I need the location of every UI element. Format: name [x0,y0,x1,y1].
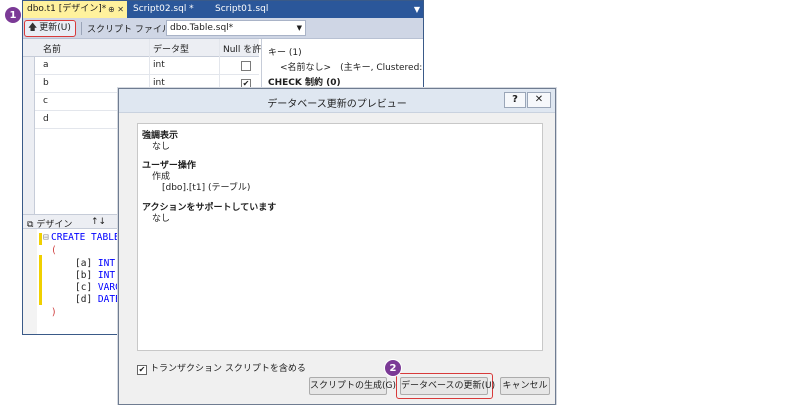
column-name-cell[interactable]: a [43,60,49,70]
check-constraints-heading[interactable]: CHECK 制約 (0) [268,75,341,88]
dialog-titlebar: データベース更新のプレビュー ? ✕ [119,89,555,113]
close-icon[interactable]: ✕ [527,92,551,108]
step-callout-1: 1 [4,6,22,24]
tab-label: dbo.t1 [デザイン]* [27,4,107,14]
cancel-button[interactable]: キャンセル [500,377,550,395]
sql-line: [c] VARC [75,282,121,293]
pin-close-icon[interactable]: ⊕ ✕ [108,1,124,18]
change-marker [39,255,42,305]
generate-script-button[interactable]: スクリプトの生成(G) [309,377,396,395]
update-database-button[interactable]: データベースの更新(U) [400,377,495,395]
header-name: 名前 [43,45,62,55]
sql-line: CREATE TABLE [51,232,120,243]
keys-heading[interactable]: キー (1) [268,45,302,58]
row-header[interactable] [23,93,35,111]
row-header-column [23,129,35,214]
checkbox-checked[interactable]: ✔ [137,365,147,375]
header-datatype: データ型 [153,45,190,55]
toolbar-divider [81,22,82,35]
sql-line: [a] INT [75,258,116,269]
designer-toolbar: 🡅 更新(U) スクリプト ファイル(I): dbo.Table.sql* ▼ [23,18,423,39]
update-button[interactable]: 🡅 更新(U) [24,20,76,37]
column-name-cell[interactable]: b [43,78,49,88]
sql-line: [b] INT [75,270,116,281]
header-allow-null: Null を許 [223,45,262,55]
table-row[interactable]: a int [23,57,259,75]
preview-report-panel: 強調表示 なし ユーザー操作 作成 [dbo].[t1] (テーブル) アクショ… [137,123,543,351]
script-file-dropdown[interactable]: dbo.Table.sql* ▼ [166,20,306,36]
sql-line: ) [51,307,57,318]
step-callout-2: 2 [384,359,402,377]
script-file-value: dbo.Table.sql* [170,23,234,33]
dialog-title: データベース更新のプレビュー [267,99,407,110]
column-name-cell[interactable]: c [43,96,48,106]
swap-panes-icon[interactable]: ↑↓ [91,217,106,227]
help-button[interactable]: ? [504,92,526,108]
user-action-target: [dbo].[t1] (テーブル) [162,183,251,193]
allow-null-checkbox[interactable] [241,61,251,71]
row-header[interactable] [23,57,35,75]
preview-database-updates-dialog: データベース更新のプレビュー ? ✕ 強調表示 なし ユーザー操作 作成 [db… [118,88,556,405]
highlights-value: なし [152,142,171,152]
include-transaction-label: トランザクション スクリプトを含める [150,364,306,374]
tab-table-design[interactable]: dbo.t1 [デザイン]* ⊕ ✕ [23,1,127,18]
include-transaction-checkbox[interactable]: ✔ トランザクション スクリプトを含める [137,361,306,375]
data-type-cell[interactable]: int [153,78,165,88]
editor-margin [23,229,37,334]
primary-key-item[interactable]: <名前なし> (主キー, Clustered: a) [280,60,423,73]
change-marker [39,233,42,245]
data-type-cell[interactable]: int [153,60,165,70]
column-name-cell[interactable]: d [43,114,49,124]
row-header[interactable] [23,111,35,129]
update-button-label: 更新(U) [39,23,71,33]
document-tab-strip: dbo.t1 [デザイン]* ⊕ ✕ Script02.sql * Script… [23,1,423,18]
upload-arrow-icon: 🡅 [28,23,38,33]
grid-header: 名前 データ型 Null を許 [23,39,262,57]
collapse-icon[interactable]: ⊟ [43,232,49,243]
chevron-down-icon: ▼ [296,24,302,32]
sql-line: [d] DATE [75,294,121,305]
chevron-down-icon[interactable]: ▼ [414,1,420,18]
row-header[interactable] [23,75,35,93]
tab-script01[interactable]: Script01.sql [211,1,291,18]
supporting-actions-value: なし [152,214,171,224]
tab-script02[interactable]: Script02.sql * [129,1,205,18]
sql-line: ( [51,245,57,256]
